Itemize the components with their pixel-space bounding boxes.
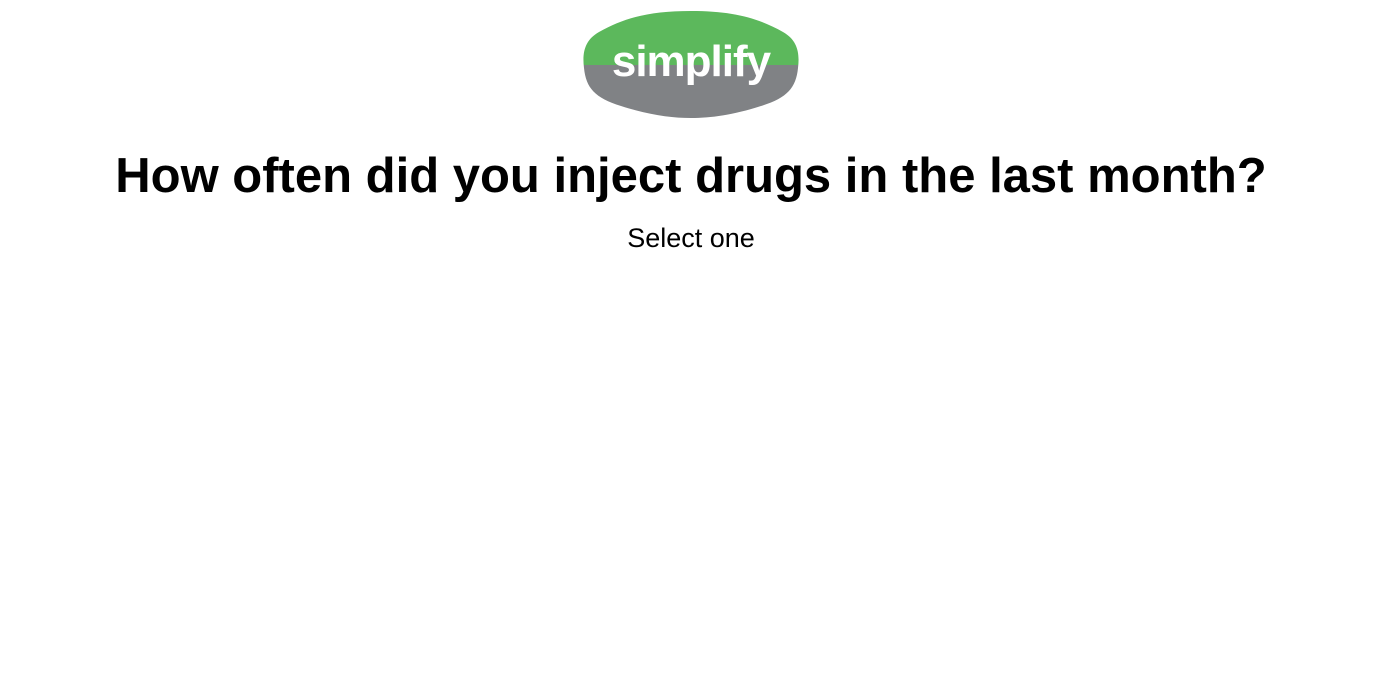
simplify-logo-image: simplify: [583, 11, 799, 118]
simplify-logo: simplify: [583, 10, 799, 119]
survey-page: simplify How often did you inject drugs …: [0, 0, 1382, 683]
svg-text:simplify: simplify: [612, 37, 772, 86]
instruction-text: Select one: [627, 223, 755, 253]
question-title: How often did you inject drugs in the la…: [115, 149, 1267, 203]
